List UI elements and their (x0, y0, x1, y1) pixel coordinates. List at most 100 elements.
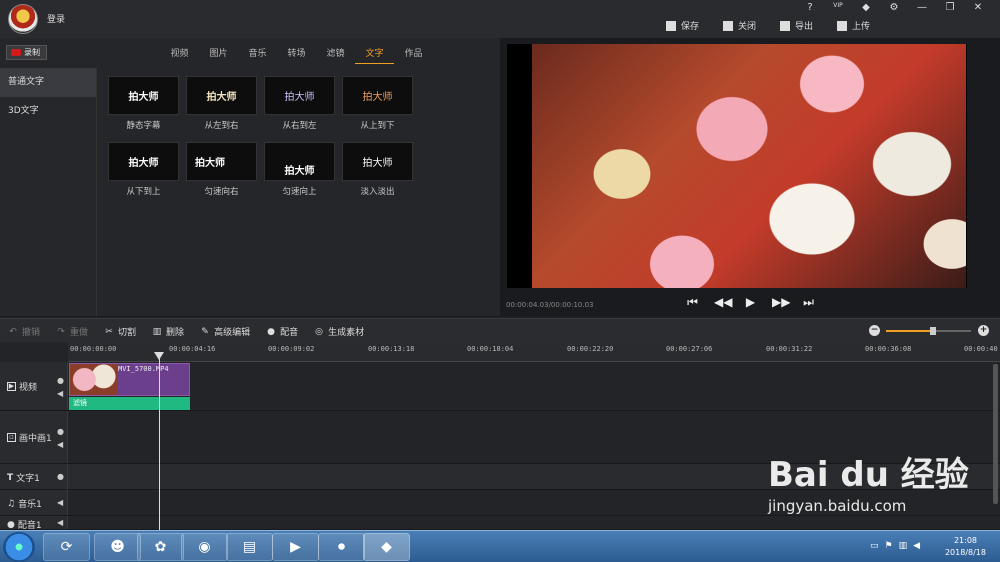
microphone-icon: ● (7, 519, 15, 530)
template-preview: 拍大师 (342, 76, 413, 115)
edit-toolbar: ↶ 撤销 ↷ 重做 ✂ 切割 ▥ 删除 ✎ 高级编辑 ● 配音 ◎ 生成素材 − + (0, 318, 1000, 342)
visibility-icon[interactable]: ● (57, 425, 64, 438)
volume-icon[interactable]: ◀ (57, 516, 63, 529)
ruler-tick-label: 00:00:00:00 (70, 345, 117, 353)
advanced-edit-button[interactable]: ✎ 高级编辑 (200, 325, 250, 339)
prev-frame-icon[interactable]: ◀◀ (714, 295, 732, 310)
text-template-grid: 拍大师 静态字幕 拍大师 从左到右 拍大师 从右到左 拍大师 从上到下 拍大师 从下到上 … (108, 76, 498, 197)
tab-text[interactable]: 文字 (355, 46, 394, 64)
video-frame[interactable] (507, 44, 967, 288)
settings-icon[interactable]: ⚙ (880, 2, 908, 13)
tray-keyboard-icon[interactable]: ▭ (870, 541, 879, 551)
redo-button[interactable]: ↷ 重做 (56, 325, 88, 339)
vip-button[interactable]: VIP (824, 2, 852, 13)
zoom-track[interactable] (886, 327, 971, 335)
skip-end-icon[interactable]: ⏭ (801, 295, 816, 310)
category-3d-text[interactable]: 3D文字 (0, 97, 96, 126)
export-button[interactable]: 导出 (779, 19, 813, 32)
app-logo[interactable] (8, 4, 38, 34)
taskbar-app-refresh-icon[interactable]: ⟳ (43, 533, 90, 561)
template-label: 匀速向右 (204, 187, 239, 197)
skip-start-icon[interactable]: ⏮ (685, 295, 700, 310)
zoom-in-icon[interactable]: + (978, 325, 989, 336)
template-steady-up[interactable]: 拍大师 匀速向上 (264, 142, 335, 197)
help-button[interactable]: ? (796, 2, 824, 13)
template-label: 从上到下 (360, 121, 395, 131)
ruler-tick-label: 00:00:18:04 (467, 345, 514, 353)
watermark-url: jingyan.baidu.com (768, 497, 907, 515)
template-steady-right[interactable]: 拍大师 匀速向右 (186, 142, 257, 197)
track-header: ▶ 视频 ● ◀ (0, 362, 68, 410)
zoom-fill (886, 330, 933, 332)
video-clip[interactable]: MVI_5700.MP4 (69, 363, 190, 396)
clock-time: 21:08 (953, 536, 978, 545)
taskbar-app-paidashi-icon[interactable]: ◆ (363, 533, 410, 561)
tray-volume-icon[interactable]: ◀ (913, 541, 920, 551)
time-ruler[interactable]: 00:00:00:00 00:00:04:16 00:00:09:02 00:0… (68, 342, 1000, 362)
taskbar-app-explorer-icon[interactable]: ▤ (226, 533, 273, 561)
template-left-to-right[interactable]: 拍大师 从左到右 (186, 76, 257, 131)
taskbar-app-qq-icon[interactable]: ☻ (94, 533, 141, 561)
delete-button[interactable]: ▥ 删除 (152, 325, 184, 339)
upload-button[interactable]: 上传 (836, 19, 870, 32)
category-plain-text[interactable]: 普通文字 (0, 68, 96, 97)
visibility-icon[interactable]: ● (57, 470, 64, 483)
volume-icon[interactable]: ◀ (57, 438, 64, 451)
zoom-handle[interactable] (929, 327, 936, 335)
clip-thumbnail (70, 364, 118, 395)
tray-flag-icon[interactable]: ⚑ (884, 541, 892, 551)
tab-image[interactable]: 图片 (199, 46, 238, 64)
tray-network-icon[interactable]: ▥ (899, 541, 908, 551)
taskbar-app-recorder-icon[interactable]: ⏺ (318, 533, 365, 561)
login-link[interactable]: 登录 (47, 12, 65, 25)
undo-button[interactable]: ↶ 撤销 (8, 325, 40, 339)
track-header: ● 配音1 ◀ (0, 516, 68, 531)
dubbing-button[interactable]: ● 配音 (266, 325, 298, 339)
filter-bar[interactable]: 滤镜 (69, 397, 190, 410)
template-fade[interactable]: 拍大师 淡入淡出 (342, 142, 413, 197)
taskbar-clock[interactable]: 21:08 2018/8/18 (945, 535, 986, 559)
template-label: 从右到左 (282, 121, 317, 131)
clip-filename: MVI_5700.MP4 (118, 365, 169, 373)
taskbar-app-player-icon[interactable]: ▶ (272, 533, 319, 561)
timeline-zoom-slider[interactable]: − + (869, 325, 989, 337)
zoom-out-icon[interactable]: − (869, 325, 880, 336)
volume-icon[interactable]: ◀ (57, 496, 63, 509)
template-preview: 拍大师 (108, 142, 179, 181)
ruler-tick-label: 00:00:22:20 (567, 345, 614, 353)
template-preview: 拍大师 (342, 142, 413, 181)
visibility-icon[interactable]: ● (57, 374, 64, 387)
template-top-to-bottom[interactable]: 拍大师 从上到下 (342, 76, 413, 131)
next-frame-icon[interactable]: ▶▶ (772, 295, 790, 310)
minimize-button[interactable]: — (908, 2, 936, 13)
cut-button[interactable]: ✂ 切割 (104, 325, 136, 339)
playhead-handle[interactable] (154, 352, 164, 360)
template-right-to-left[interactable]: 拍大师 从右到左 (264, 76, 335, 131)
template-preview: 拍大师 (186, 142, 257, 181)
tab-works[interactable]: 作品 (394, 46, 433, 64)
close-button[interactable]: 关闭 (722, 19, 756, 32)
tab-video[interactable]: 视频 (160, 46, 199, 64)
tab-filter[interactable]: 滤镜 (316, 46, 355, 64)
playhead[interactable] (159, 352, 160, 530)
tab-transition[interactable]: 转场 (277, 46, 316, 64)
generate-material-button[interactable]: ◎ 生成素材 (314, 325, 364, 339)
maximize-button[interactable]: ❐ (936, 2, 964, 13)
template-static[interactable]: 拍大师 静态字幕 (108, 76, 179, 131)
timeline-scrollbar[interactable] (993, 364, 998, 504)
ruler-tick-label: 00:00:13:18 (368, 345, 415, 353)
play-icon[interactable]: ▶ (743, 295, 758, 310)
save-button[interactable]: 保存 (665, 19, 699, 32)
template-bottom-to-top[interactable]: 拍大师 从下到上 (108, 142, 179, 197)
notification-icon[interactable]: ◆ (852, 2, 880, 13)
tab-music[interactable]: 音乐 (238, 46, 277, 64)
taskbar-app-firefox-icon[interactable]: ◉ (181, 533, 228, 561)
trash-icon: ▥ (152, 326, 162, 337)
ruler-tick-label: 00:00:09:02 (268, 345, 315, 353)
taskbar-app-media-icon[interactable]: ✿ (137, 533, 184, 561)
volume-icon[interactable]: ◀ (57, 387, 64, 400)
record-button[interactable]: 录制 (6, 45, 47, 60)
close-window-button[interactable]: ✕ (964, 2, 992, 13)
start-button[interactable] (3, 532, 35, 562)
library-tabs: 视频 图片 音乐 转场 滤镜 文字 作品 (160, 46, 433, 64)
